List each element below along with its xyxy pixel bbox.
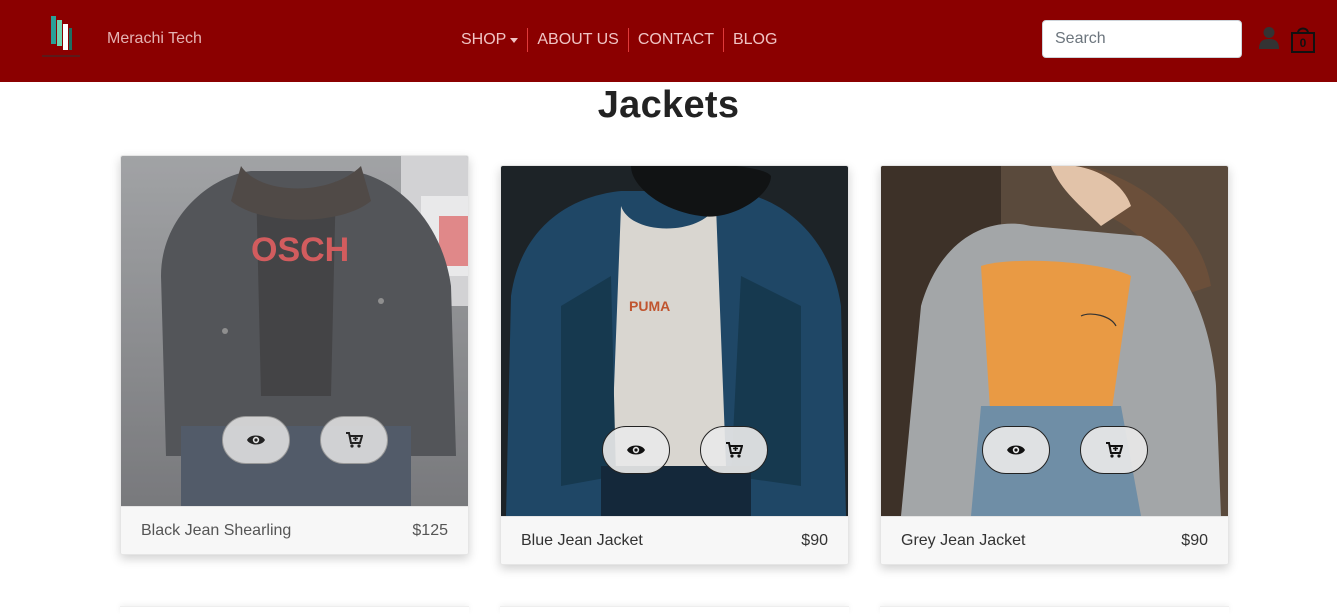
product-info: Blue Jean Jacket $90: [501, 516, 848, 564]
next-row-card-edge: [880, 606, 1229, 614]
product-image[interactable]: [881, 166, 1228, 516]
product-name[interactable]: Grey Jean Jacket: [901, 532, 1026, 550]
nav-shop-label: SHOP: [461, 31, 507, 48]
product-name[interactable]: Black Jean Shearling: [141, 522, 291, 540]
page-title: Jackets: [597, 84, 740, 126]
product-name[interactable]: Blue Jean Jacket: [521, 532, 643, 550]
product-price: $125: [412, 521, 448, 539]
nav-about-us-label: ABOUT US: [537, 31, 619, 48]
add-to-cart-button[interactable]: [320, 416, 388, 464]
shopping-bag-icon[interactable]: 0: [1290, 24, 1316, 54]
cart-icon: [726, 442, 743, 458]
main-nav: SHOP ABOUT US CONTACT BLOG: [452, 28, 786, 52]
brand-logo[interactable]: [38, 14, 84, 62]
add-to-cart-button[interactable]: [700, 426, 768, 474]
search-input[interactable]: [1042, 20, 1242, 58]
product-price: $90: [801, 531, 828, 549]
cart-icon: [346, 432, 363, 448]
product-image[interactable]: OSCH: [121, 156, 468, 506]
product-price: $90: [1181, 531, 1208, 549]
cart-icon: [1106, 442, 1123, 458]
nav-contact[interactable]: CONTACT: [629, 28, 724, 52]
product-card: Grey Jean Jacket $90: [880, 165, 1229, 565]
svg-text:PUMA: PUMA: [629, 298, 670, 314]
nav-about-us[interactable]: ABOUT US: [528, 28, 629, 52]
next-row-card-edge: [120, 606, 469, 614]
nav-contact-label: CONTACT: [637, 31, 714, 48]
product-info: Grey Jean Jacket $90: [881, 516, 1228, 564]
product-card: PUMA Blue Jean Jacket $90: [500, 165, 849, 565]
quick-view-button[interactable]: [602, 426, 670, 474]
brand-name[interactable]: Merachi Tech: [107, 30, 202, 48]
cart-count-badge: 0: [1299, 36, 1307, 50]
user-icon[interactable]: [1258, 26, 1280, 50]
quick-view-button[interactable]: [222, 416, 290, 464]
nav-blog-label: BLOG: [732, 31, 778, 48]
caret-down-icon: [510, 37, 519, 43]
quick-view-button[interactable]: [982, 426, 1050, 474]
next-row-card-edge: [500, 606, 849, 614]
eye-icon: [247, 435, 265, 445]
product-card: OSCH Black Jean Shearling $125: [120, 155, 469, 555]
product-info: Black Jean Shearling $125: [121, 506, 468, 554]
nav-shop[interactable]: SHOP: [452, 28, 529, 52]
eye-icon: [1007, 445, 1025, 455]
product-image[interactable]: PUMA: [501, 166, 848, 516]
navbar: Merachi Tech SHOP ABOUT US CONTACT BLOG …: [0, 0, 1337, 82]
eye-icon: [627, 445, 645, 455]
add-to-cart-button[interactable]: [1080, 426, 1148, 474]
nav-blog[interactable]: BLOG: [724, 28, 786, 52]
